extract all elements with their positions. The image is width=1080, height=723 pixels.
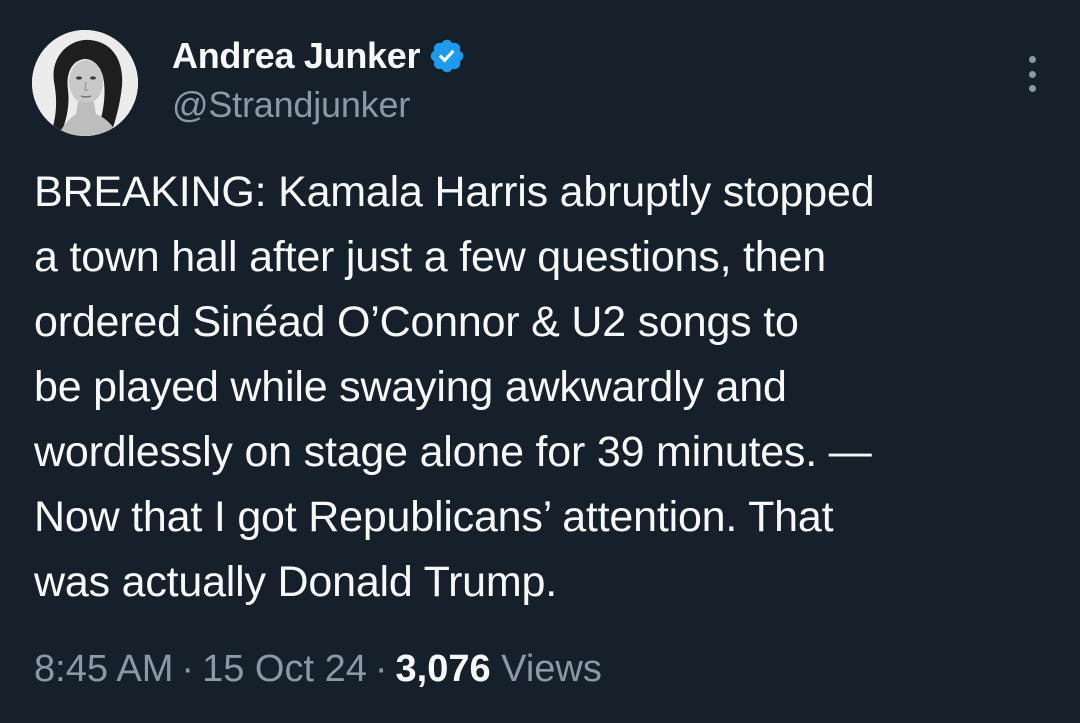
- tweet-date[interactable]: 15 Oct 24: [202, 648, 367, 690]
- author-identity: Andrea Junker @Strandjunker: [172, 34, 466, 126]
- tweet-text-line: wordlessly on stage alone for 39 minutes…: [34, 428, 872, 476]
- views-label: Views: [501, 648, 602, 690]
- author-display-name[interactable]: Andrea Junker: [172, 35, 421, 77]
- more-dot: [1028, 56, 1036, 63]
- tweet-card: Andrea Junker @Strandjunker BREAKING: Ka…: [0, 0, 1080, 723]
- tweet-text-line: Now that I got Republicans’ attention. T…: [34, 493, 834, 541]
- views-count: 3,076: [395, 648, 491, 690]
- tweet-time[interactable]: 8:45 AM: [34, 648, 173, 690]
- author-handle[interactable]: @Strandjunker: [172, 84, 466, 126]
- name-row: Andrea Junker: [172, 34, 466, 78]
- meta-separator: ·: [374, 648, 388, 690]
- meta-separator: ·: [181, 648, 195, 690]
- more-dot: [1028, 70, 1036, 78]
- tweet-text-line: be played while swaying awkwardly and: [34, 363, 787, 411]
- tweet-text-line: BREAKING: Kamala Harris abruptly stopped: [34, 168, 875, 216]
- more-dot: [1028, 85, 1036, 92]
- tweet-meta: 8:45 AM · 15 Oct 24 · 3,076 Views: [34, 648, 602, 691]
- woman-portrait-avatar-icon: [32, 30, 138, 136]
- more-options-icon[interactable]: [1026, 56, 1038, 92]
- tweet-text-line: a town hall after just a few questions, …: [34, 233, 826, 281]
- tweet-text-line: ordered Sinéad O’Connor & U2 songs to: [34, 298, 799, 346]
- tweet-text: BREAKING: Kamala Harris abruptly stopped…: [34, 160, 1064, 615]
- tweet-text-line: was actually Donald Trump.: [34, 558, 557, 606]
- verified-badge-icon[interactable]: [428, 37, 466, 75]
- author-avatar[interactable]: [32, 30, 138, 136]
